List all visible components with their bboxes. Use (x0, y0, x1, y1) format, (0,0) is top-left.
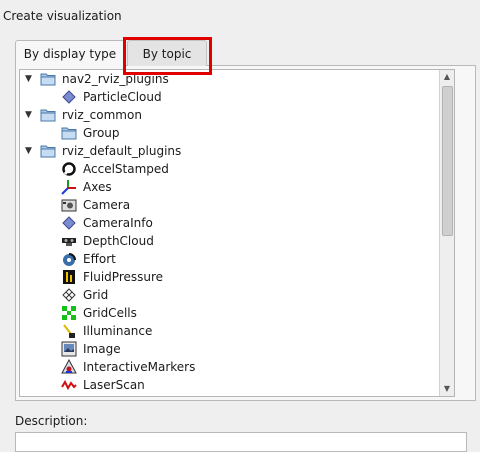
folder-icon (40, 71, 56, 87)
tree-item-label: Illuminance (83, 324, 153, 338)
tree-item-label: ParticleCloud (83, 90, 162, 104)
fluidpressure-icon (61, 269, 77, 285)
vertical-scrollbar[interactable]: ▲ ▼ (439, 70, 454, 396)
tab-panel: ▼ nav2_rviz_plugins ParticleCloud ▼ rviz_com… (15, 65, 476, 401)
tree-group-rviz-default-plugins[interactable]: ▼ rviz_default_plugins (25, 142, 181, 160)
tree-item-particlecloud[interactable]: ParticleCloud (61, 88, 162, 106)
diamond-icon (61, 215, 77, 231)
tree-item-interactivemarkers[interactable]: InteractiveMarkers (61, 358, 195, 376)
tab-by-display-type[interactable]: By display type (15, 40, 125, 66)
tree-item-label: CameraInfo (83, 216, 153, 230)
tree-item-label: InteractiveMarkers (83, 360, 196, 374)
tree-item-gridcells[interactable]: GridCells (61, 304, 137, 322)
tab-by-topic[interactable]: By topic (127, 40, 207, 66)
tree-group-label: rviz_common (62, 108, 142, 122)
tree-item-label: Image (83, 342, 121, 356)
tree-item-label: LaserScan (83, 378, 145, 392)
tree-item-label: Map (83, 394, 108, 396)
tree-item-label: Group (83, 126, 120, 140)
axes-icon (61, 179, 77, 195)
diamond-icon (61, 89, 77, 105)
scroll-up-arrow-icon[interactable]: ▲ (440, 70, 454, 84)
tree-group-nav2-rviz-plugins[interactable]: ▼ nav2_rviz_plugins (25, 70, 169, 88)
expand-arrow-icon[interactable]: ▼ (25, 106, 35, 124)
interactivemarkers-icon (61, 359, 77, 375)
expand-arrow-icon[interactable]: ▼ (25, 142, 35, 160)
folder-icon (40, 107, 56, 123)
camera-icon (61, 197, 77, 213)
tree-item-fluidpressure[interactable]: FluidPressure (61, 268, 163, 286)
image-icon (61, 341, 77, 357)
scrollbar-thumb[interactable] (442, 86, 453, 236)
gridcells-icon (61, 305, 77, 321)
tree-item-image[interactable]: Image (61, 340, 121, 358)
tree-item-map[interactable]: Map (61, 394, 108, 396)
tree-group-label: rviz_default_plugins (62, 144, 182, 158)
accel-icon (61, 161, 77, 177)
laserscan-icon (61, 377, 77, 393)
folder-icon (61, 125, 77, 141)
illuminance-icon (61, 323, 77, 339)
effort-icon (61, 251, 77, 267)
tree-item-label: DepthCloud (83, 234, 154, 248)
expand-arrow-icon[interactable]: ▼ (25, 70, 35, 88)
grid-icon (61, 287, 77, 303)
scroll-down-arrow-icon[interactable]: ▼ (440, 382, 454, 396)
tree-item-camera[interactable]: Camera (61, 196, 130, 214)
map-icon (61, 395, 77, 396)
tree-item-label: Grid (83, 288, 109, 302)
display-type-tree[interactable]: ▼ nav2_rviz_plugins ParticleCloud ▼ rviz_com… (19, 69, 455, 397)
folder-icon (40, 143, 56, 159)
tree-item-effort[interactable]: Effort (61, 250, 116, 268)
tree-item-group[interactable]: Group (61, 124, 120, 142)
tree-item-label: Camera (83, 198, 131, 212)
tree-item-camerainfo[interactable]: CameraInfo (61, 214, 153, 232)
tree-item-label: AccelStamped (83, 162, 169, 176)
description-box (15, 432, 467, 452)
tree-item-laserscan[interactable]: LaserScan (61, 376, 145, 394)
depthcloud-icon (61, 233, 77, 249)
tree-item-depthcloud[interactable]: DepthCloud (61, 232, 154, 250)
tree-item-accelstamped[interactable]: AccelStamped (61, 160, 169, 178)
dialog-title: Create visualization (3, 9, 122, 23)
tree-item-axes[interactable]: Axes (61, 178, 112, 196)
tree-item-label: FluidPressure (83, 270, 164, 284)
tree-group-rviz-common[interactable]: ▼ rviz_common (25, 106, 142, 124)
tree-item-illuminance[interactable]: Illuminance (61, 322, 152, 340)
tree-item-label: Effort (83, 252, 116, 266)
tree-item-label: GridCells (83, 306, 137, 320)
tree-item-grid[interactable]: Grid (61, 286, 108, 304)
description-label: Description: (15, 414, 88, 428)
tree-item-label: Axes (83, 180, 112, 194)
tree-group-label: nav2_rviz_plugins (62, 72, 169, 86)
